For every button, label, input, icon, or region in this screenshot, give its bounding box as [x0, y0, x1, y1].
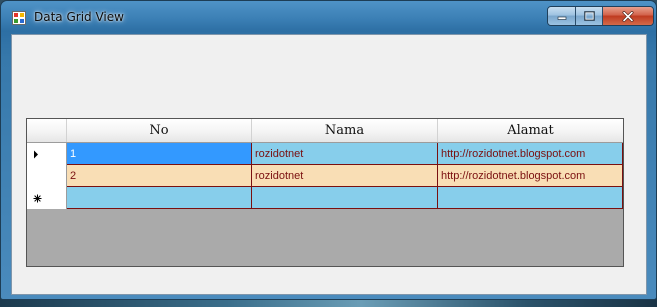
minimize-button[interactable]: [548, 7, 576, 25]
column-header-nama[interactable]: Nama: [252, 119, 438, 142]
form-client-area: No Nama Alamat 1 rozidotnet http://rozid…: [11, 34, 647, 295]
window-title: Data Grid View: [34, 10, 124, 24]
close-icon: [622, 10, 634, 22]
minimize-icon: [557, 16, 566, 20]
cell-no-empty[interactable]: [67, 187, 252, 209]
cell-alamat[interactable]: http://rozidotnet.blogspot.com: [438, 143, 623, 165]
title-bar[interactable]: Data Grid View: [1, 1, 656, 33]
main-window: Data Grid View No Nama Alamat 1 rozidotn…: [0, 0, 657, 300]
top-left-header-cell[interactable]: [27, 119, 67, 142]
row-header[interactable]: [27, 143, 67, 165]
cell-no[interactable]: 1: [67, 143, 252, 165]
new-row-asterisk-icon: [33, 194, 42, 202]
app-form-icon: [12, 11, 26, 25]
cell-nama[interactable]: rozidotnet: [252, 143, 438, 165]
current-row-arrow-icon: [34, 150, 38, 158]
column-header-alamat[interactable]: Alamat: [438, 119, 623, 142]
new-row[interactable]: [27, 187, 623, 209]
cell-nama-empty[interactable]: [252, 187, 438, 209]
caption-buttons: [547, 6, 654, 26]
row-header[interactable]: [27, 165, 67, 187]
table-row[interactable]: 1 rozidotnet http://rozidotnet.blogspot.…: [27, 143, 623, 165]
row-header[interactable]: [27, 187, 67, 209]
data-grid-view[interactable]: No Nama Alamat 1 rozidotnet http://rozid…: [26, 118, 624, 267]
grid-header-row: No Nama Alamat: [27, 119, 623, 143]
maximize-button[interactable]: [576, 7, 603, 25]
cell-alamat-empty[interactable]: [438, 187, 623, 209]
cell-alamat[interactable]: http://rozidotnet.blogspot.com: [438, 165, 623, 187]
close-button[interactable]: [603, 7, 653, 25]
cell-nama[interactable]: rozidotnet: [252, 165, 438, 187]
table-row[interactable]: 2 rozidotnet http://rozidotnet.blogspot.…: [27, 165, 623, 187]
column-header-no[interactable]: No: [67, 119, 252, 142]
cell-no[interactable]: 2: [67, 165, 252, 187]
maximize-icon: [583, 11, 595, 21]
